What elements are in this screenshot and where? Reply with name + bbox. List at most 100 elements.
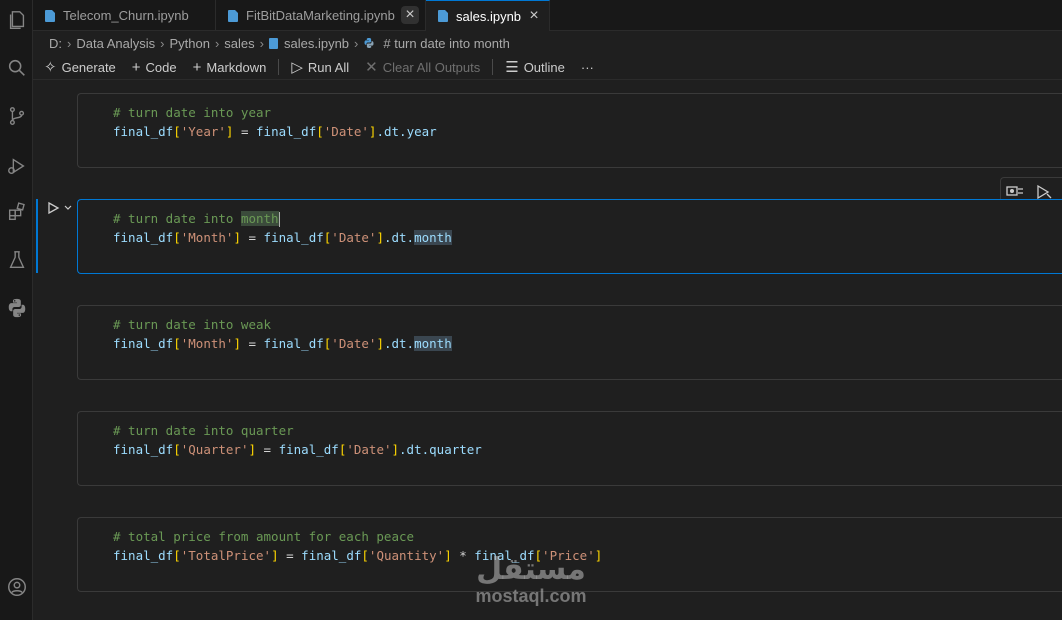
- breadcrumb-item[interactable]: sales.ipynb: [284, 36, 349, 51]
- plus-icon: +: [131, 58, 141, 76]
- code-token: final_df: [263, 336, 324, 351]
- code-token-highlight: month: [414, 230, 452, 245]
- chevron-right-icon: ›: [160, 35, 165, 51]
- code-token: 'Date': [346, 442, 392, 457]
- explorer-icon[interactable]: [0, 4, 33, 36]
- cell-editor[interactable]: # turn date into month final_df['Month']…: [78, 200, 1062, 247]
- breadcrumb-item[interactable]: sales: [224, 36, 254, 51]
- run-all-icon: ▷: [291, 59, 303, 76]
- execute-above-icon[interactable]: [1006, 184, 1024, 200]
- chevron-right-icon: ›: [259, 35, 264, 51]
- breadcrumb: D: › Data Analysis › Python › sales › sa…: [33, 31, 1062, 55]
- notebook-toolbar: ✧ Generate + Code + Markdown ▷ Run All ✕…: [33, 55, 1062, 80]
- breadcrumb-item[interactable]: D:: [49, 36, 62, 51]
- breadcrumb-item[interactable]: Data Analysis: [76, 36, 155, 51]
- tab-sales[interactable]: sales.ipynb ×: [426, 0, 550, 31]
- code-token: year: [406, 124, 437, 139]
- breadcrumb-item[interactable]: Python: [169, 36, 209, 51]
- generate-label: Generate: [61, 59, 116, 75]
- clear-all-outputs-label: Clear All Outputs: [382, 59, 481, 75]
- toolbar-divider: [278, 59, 280, 75]
- add-code-button[interactable]: + Code: [132, 59, 177, 76]
- chevron-right-icon: ›: [214, 35, 220, 51]
- code-token: final_df: [113, 124, 174, 139]
- run-debug-icon[interactable]: [0, 150, 33, 182]
- code-token: final_df: [113, 336, 174, 351]
- clear-all-outputs-button[interactable]: ✕ Clear All Outputs: [365, 58, 480, 76]
- code-token: .dt.: [399, 442, 430, 457]
- chevron-down-icon[interactable]: [63, 203, 73, 213]
- code-token: 'Quarter': [180, 442, 249, 457]
- cell-editor[interactable]: # turn date into quarter final_df['Quart…: [78, 412, 1062, 459]
- code-label: Code: [145, 59, 177, 75]
- run-all-button[interactable]: ▷ Run All: [291, 58, 349, 76]
- code-cell[interactable]: # turn date into year final_df['Year'] =…: [77, 93, 1062, 168]
- python-cell-icon: [364, 38, 374, 48]
- add-markdown-button[interactable]: + Markdown: [193, 59, 267, 76]
- list-icon: ☰: [505, 59, 519, 76]
- code-comment: # total price from amount for each peace: [113, 529, 415, 544]
- markdown-label: Markdown: [206, 59, 267, 75]
- tab-fitbit-data-marketing[interactable]: FitBitDataMarketing.ipynb ×: [216, 0, 426, 31]
- run-all-label: Run All: [307, 59, 350, 75]
- code-cell[interactable]: # turn date into quarter final_df['Quart…: [77, 411, 1062, 486]
- account-icon[interactable]: [0, 571, 33, 603]
- code-token: final_df: [263, 230, 324, 245]
- chevron-right-icon: ›: [354, 35, 359, 51]
- outline-label: Outline: [523, 59, 565, 75]
- source-control-icon[interactable]: [0, 100, 33, 132]
- generate-button[interactable]: ✧ Generate: [44, 58, 116, 76]
- outline-button[interactable]: ☰ Outline: [505, 58, 565, 76]
- code-token: .dt.: [383, 336, 415, 351]
- run-cell-icon[interactable]: [46, 201, 60, 215]
- code-token: final_df: [113, 548, 174, 563]
- text-cursor: [278, 212, 280, 227]
- more-icon: ···: [580, 59, 594, 75]
- code-token: final_df: [301, 548, 362, 563]
- code-token: 'Date': [323, 124, 369, 139]
- close-icon[interactable]: ×: [525, 7, 543, 25]
- breadcrumb-item[interactable]: # turn date into month: [383, 36, 509, 51]
- code-token: 'TotalPrice': [180, 548, 272, 563]
- cell-editor[interactable]: # turn date into year final_df['Year'] =…: [78, 94, 1062, 141]
- search-icon[interactable]: [0, 52, 33, 84]
- notebook-editor: # turn date into year final_df['Year'] =…: [33, 81, 1062, 620]
- code-token: .dt.: [376, 124, 407, 139]
- notebook-file-icon: [45, 9, 55, 22]
- testing-icon[interactable]: [0, 244, 33, 276]
- code-cell-focused[interactable]: # turn date into month final_df['Month']…: [77, 199, 1062, 274]
- code-token: 'Date': [331, 336, 377, 351]
- watermark-latin: mostaql.com: [475, 586, 587, 606]
- python-icon[interactable]: [0, 292, 33, 324]
- watermark-arabic: مستقل: [476, 552, 586, 587]
- code-token: 'Year': [180, 124, 226, 139]
- more-actions-button[interactable]: ···: [581, 60, 594, 75]
- toolbar-divider: [492, 59, 494, 75]
- code-comment: # turn date into year: [113, 105, 272, 120]
- close-icon[interactable]: ×: [401, 6, 419, 24]
- code-token-highlight: month: [414, 336, 452, 351]
- code-token: 'Quantity': [368, 548, 445, 563]
- code-cell[interactable]: # turn date into weak final_df['Month'] …: [77, 305, 1062, 380]
- code-token: 'Month': [180, 336, 234, 351]
- notebook-file-icon: [228, 9, 238, 22]
- cell-run-controls: [46, 201, 73, 215]
- code-token: quarter: [429, 442, 482, 457]
- code-token: final_df: [278, 442, 339, 457]
- editor-tab-bar: Telecom_Churn.ipynb FitBitDataMarketing.…: [33, 0, 1062, 31]
- watermark: مستقل mostaql.com: [466, 552, 596, 607]
- code-token: final_df: [113, 230, 174, 245]
- clear-outputs-icon: ✕: [365, 59, 378, 76]
- activity-bar: [0, 0, 33, 620]
- extensions-icon[interactable]: [0, 196, 33, 228]
- tab-telecom-churn[interactable]: Telecom_Churn.ipynb: [33, 0, 216, 31]
- cell-editor[interactable]: # turn date into weak final_df['Month'] …: [78, 306, 1062, 353]
- tab-label: FitBitDataMarketing.ipynb: [246, 8, 395, 23]
- code-token: 'Date': [331, 230, 377, 245]
- code-token: final_df: [113, 442, 174, 457]
- code-comment: # turn date into quarter: [113, 423, 294, 438]
- code-comment: # turn date into: [113, 211, 241, 226]
- execute-below-icon[interactable]: [1035, 184, 1053, 200]
- sparkle-icon: ✧: [44, 59, 57, 76]
- tab-label: sales.ipynb: [456, 8, 522, 24]
